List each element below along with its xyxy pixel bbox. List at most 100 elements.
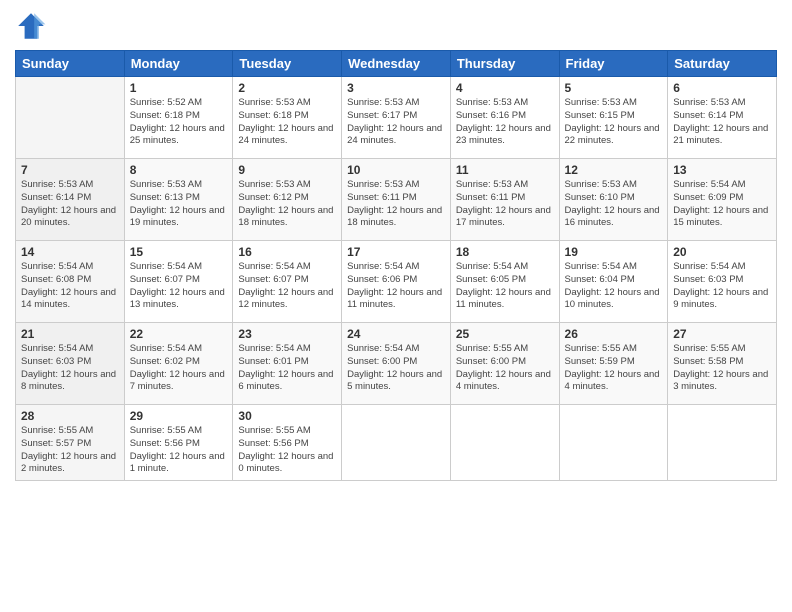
calendar-cell: 16 Sunrise: 5:54 AM Sunset: 6:07 PM Dayli… bbox=[233, 241, 342, 323]
calendar-cell: 2 Sunrise: 5:53 AM Sunset: 6:18 PM Daylig… bbox=[233, 77, 342, 159]
calendar-cell: 6Sunrise: 5:53 AM Sunset: 6:14 PM Daylig… bbox=[668, 77, 777, 159]
day-number: 10 bbox=[347, 163, 445, 177]
calendar-cell: 1Sunrise: 5:52 AM Sunset: 6:18 PM Daylig… bbox=[124, 77, 233, 159]
header-row: SundayMondayTuesdayWednesdayThursdayFrid… bbox=[16, 51, 777, 77]
week-row: 1Sunrise: 5:52 AM Sunset: 6:18 PM Daylig… bbox=[16, 77, 777, 159]
calendar-cell: 17Sunrise: 5:54 AM Sunset: 6:06 PM Dayli… bbox=[342, 241, 451, 323]
cell-details: Sunrise: 5:53 AM Sunset: 6:11 PM Dayligh… bbox=[347, 179, 445, 230]
calendar-cell: 8 Sunrise: 5:53 AM Sunset: 6:13 PM Daylig… bbox=[124, 159, 233, 241]
cell-details: Sunrise: 5:54 AM Sunset: 6:03 PM Dayligh… bbox=[21, 343, 119, 394]
cell-details: Sunrise: 5:55 AM Sunset: 6:00 PM Dayligh… bbox=[456, 343, 554, 394]
cell-details: Sunrise: 5:53 AM Sunset: 6:13 PM Dayligh… bbox=[130, 179, 228, 230]
calendar-cell: 23 Sunrise: 5:54 AM Sunset: 6:01 PM Dayli… bbox=[233, 323, 342, 405]
cell-details: Sunrise: 5:54 AM Sunset: 6:07 PM Dayligh… bbox=[130, 261, 228, 312]
day-number: 7 bbox=[21, 163, 119, 177]
cell-details: Sunrise: 5:55 AM Sunset: 5:57 PM Dayligh… bbox=[21, 425, 119, 476]
calendar-cell: 22 Sunrise: 5:54 AM Sunset: 6:02 PM Dayli… bbox=[124, 323, 233, 405]
calendar-cell: 10 Sunrise: 5:53 AM Sunset: 6:11 PM Dayli… bbox=[342, 159, 451, 241]
header bbox=[15, 10, 777, 42]
calendar-cell: 19 Sunrise: 5:54 AM Sunset: 6:04 PM Dayli… bbox=[559, 241, 668, 323]
day-number: 14 bbox=[21, 245, 119, 259]
cell-details: Sunrise: 5:55 AM Sunset: 5:56 PM Dayligh… bbox=[238, 425, 336, 476]
cell-details: Sunrise: 5:53 AM Sunset: 6:18 PM Dayligh… bbox=[238, 97, 336, 148]
calendar-cell: 24Sunrise: 5:54 AM Sunset: 6:00 PM Dayli… bbox=[342, 323, 451, 405]
cell-details: Sunrise: 5:54 AM Sunset: 6:07 PM Dayligh… bbox=[238, 261, 336, 312]
day-number: 25 bbox=[456, 327, 554, 341]
day-number: 23 bbox=[238, 327, 336, 341]
logo-icon bbox=[15, 10, 47, 42]
week-row: 21 Sunrise: 5:54 AM Sunset: 6:03 PM Dayli… bbox=[16, 323, 777, 405]
calendar-cell: 9 Sunrise: 5:53 AM Sunset: 6:12 PM Daylig… bbox=[233, 159, 342, 241]
calendar-cell: 14 Sunrise: 5:54 AM Sunset: 6:08 PM Dayli… bbox=[16, 241, 125, 323]
cell-details: Sunrise: 5:54 AM Sunset: 6:09 PM Dayligh… bbox=[673, 179, 771, 230]
day-number: 9 bbox=[238, 163, 336, 177]
day-header: Monday bbox=[124, 51, 233, 77]
cell-details: Sunrise: 5:54 AM Sunset: 6:02 PM Dayligh… bbox=[130, 343, 228, 394]
calendar-cell bbox=[342, 405, 451, 481]
calendar-cell: 20Sunrise: 5:54 AM Sunset: 6:03 PM Dayli… bbox=[668, 241, 777, 323]
cell-details: Sunrise: 5:53 AM Sunset: 6:16 PM Dayligh… bbox=[456, 97, 554, 148]
cell-details: Sunrise: 5:54 AM Sunset: 6:08 PM Dayligh… bbox=[21, 261, 119, 312]
day-number: 27 bbox=[673, 327, 771, 341]
day-header: Saturday bbox=[668, 51, 777, 77]
day-header: Sunday bbox=[16, 51, 125, 77]
week-row: 14 Sunrise: 5:54 AM Sunset: 6:08 PM Dayli… bbox=[16, 241, 777, 323]
day-number: 11 bbox=[456, 163, 554, 177]
cell-details: Sunrise: 5:52 AM Sunset: 6:18 PM Dayligh… bbox=[130, 97, 228, 148]
day-number: 21 bbox=[21, 327, 119, 341]
day-number: 22 bbox=[130, 327, 228, 341]
day-number: 13 bbox=[673, 163, 771, 177]
calendar-cell: 5Sunrise: 5:53 AM Sunset: 6:15 PM Daylig… bbox=[559, 77, 668, 159]
calendar-cell bbox=[668, 405, 777, 481]
calendar-cell: 28 Sunrise: 5:55 AM Sunset: 5:57 PM Dayli… bbox=[16, 405, 125, 481]
calendar-cell: 13 Sunrise: 5:54 AM Sunset: 6:09 PM Dayli… bbox=[668, 159, 777, 241]
day-number: 16 bbox=[238, 245, 336, 259]
calendar-table: SundayMondayTuesdayWednesdayThursdayFrid… bbox=[15, 50, 777, 481]
day-number: 5 bbox=[565, 81, 663, 95]
day-number: 15 bbox=[130, 245, 228, 259]
cell-details: Sunrise: 5:53 AM Sunset: 6:12 PM Dayligh… bbox=[238, 179, 336, 230]
calendar-cell: 7Sunrise: 5:53 AM Sunset: 6:14 PM Daylig… bbox=[16, 159, 125, 241]
day-number: 2 bbox=[238, 81, 336, 95]
cell-details: Sunrise: 5:55 AM Sunset: 5:59 PM Dayligh… bbox=[565, 343, 663, 394]
calendar-cell: 30 Sunrise: 5:55 AM Sunset: 5:56 PM Dayli… bbox=[233, 405, 342, 481]
cell-details: Sunrise: 5:54 AM Sunset: 6:00 PM Dayligh… bbox=[347, 343, 445, 394]
cell-details: Sunrise: 5:54 AM Sunset: 6:05 PM Dayligh… bbox=[456, 261, 554, 312]
day-header: Tuesday bbox=[233, 51, 342, 77]
logo bbox=[15, 10, 51, 42]
cell-details: Sunrise: 5:53 AM Sunset: 6:11 PM Dayligh… bbox=[456, 179, 554, 230]
week-row: 28 Sunrise: 5:55 AM Sunset: 5:57 PM Dayli… bbox=[16, 405, 777, 481]
week-row: 7Sunrise: 5:53 AM Sunset: 6:14 PM Daylig… bbox=[16, 159, 777, 241]
calendar-cell: 29 Sunrise: 5:55 AM Sunset: 5:56 PM Dayli… bbox=[124, 405, 233, 481]
calendar-cell bbox=[16, 77, 125, 159]
day-header: Friday bbox=[559, 51, 668, 77]
day-number: 28 bbox=[21, 409, 119, 423]
cell-details: Sunrise: 5:54 AM Sunset: 6:01 PM Dayligh… bbox=[238, 343, 336, 394]
day-header: Thursday bbox=[450, 51, 559, 77]
day-number: 8 bbox=[130, 163, 228, 177]
day-number: 29 bbox=[130, 409, 228, 423]
calendar-cell bbox=[450, 405, 559, 481]
calendar-cell: 26 Sunrise: 5:55 AM Sunset: 5:59 PM Dayli… bbox=[559, 323, 668, 405]
day-number: 26 bbox=[565, 327, 663, 341]
cell-details: Sunrise: 5:53 AM Sunset: 6:10 PM Dayligh… bbox=[565, 179, 663, 230]
day-header: Wednesday bbox=[342, 51, 451, 77]
day-number: 19 bbox=[565, 245, 663, 259]
cell-details: Sunrise: 5:53 AM Sunset: 6:14 PM Dayligh… bbox=[673, 97, 771, 148]
day-number: 18 bbox=[456, 245, 554, 259]
cell-details: Sunrise: 5:54 AM Sunset: 6:06 PM Dayligh… bbox=[347, 261, 445, 312]
day-number: 30 bbox=[238, 409, 336, 423]
cell-details: Sunrise: 5:55 AM Sunset: 5:56 PM Dayligh… bbox=[130, 425, 228, 476]
calendar-cell: 27Sunrise: 5:55 AM Sunset: 5:58 PM Dayli… bbox=[668, 323, 777, 405]
calendar-cell: 18 Sunrise: 5:54 AM Sunset: 6:05 PM Dayli… bbox=[450, 241, 559, 323]
day-number: 12 bbox=[565, 163, 663, 177]
calendar-cell: 25 Sunrise: 5:55 AM Sunset: 6:00 PM Dayli… bbox=[450, 323, 559, 405]
calendar-cell bbox=[559, 405, 668, 481]
cell-details: Sunrise: 5:53 AM Sunset: 6:17 PM Dayligh… bbox=[347, 97, 445, 148]
calendar-cell: 12 Sunrise: 5:53 AM Sunset: 6:10 PM Dayli… bbox=[559, 159, 668, 241]
day-number: 20 bbox=[673, 245, 771, 259]
day-number: 4 bbox=[456, 81, 554, 95]
calendar-cell: 21 Sunrise: 5:54 AM Sunset: 6:03 PM Dayli… bbox=[16, 323, 125, 405]
calendar-cell: 15 Sunrise: 5:54 AM Sunset: 6:07 PM Dayli… bbox=[124, 241, 233, 323]
cell-details: Sunrise: 5:54 AM Sunset: 6:04 PM Dayligh… bbox=[565, 261, 663, 312]
